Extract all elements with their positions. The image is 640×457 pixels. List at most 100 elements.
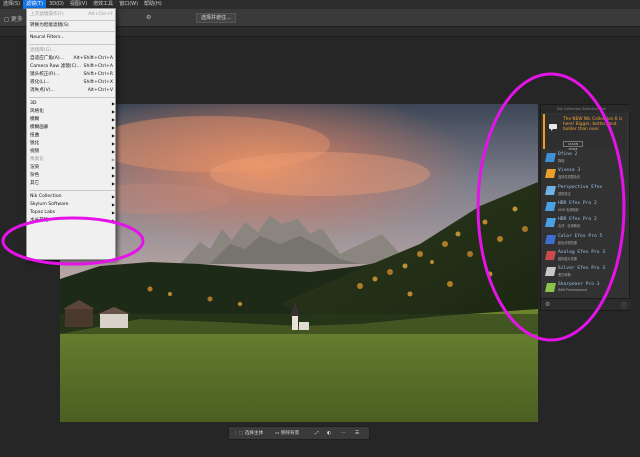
menu-item-neural-filters[interactable]: Neural Filters...: [27, 34, 117, 42]
message-icon: [549, 124, 557, 131]
menu-item-lens-correction[interactable]: 镜头校正(R)... Shift+Ctrl+R: [27, 71, 117, 79]
menu-divider: [29, 97, 115, 98]
nik-tool-icon: [545, 153, 556, 162]
nik-collection-panel: Nik Collection Selective Tool The NEW Ni…: [540, 104, 631, 311]
submenu-arrow-icon: ▶: [111, 125, 115, 130]
nik-tool-item[interactable]: Silver Efex Pro 3 黑白转换: [544, 265, 624, 280]
nik-tool-item[interactable]: Color Efex Pro 5 颜色滤镜效果: [544, 233, 624, 248]
nik-tool-name: HDR Efex Pro 2: [558, 200, 597, 206]
nik-tool-icon: [545, 267, 556, 277]
menu-item-stylize[interactable]: 风格化 ▶: [27, 108, 117, 116]
menu-help[interactable]: 帮助(H): [141, 0, 165, 9]
contextual-task-bar: ⋮ ⬚ 选择主体 ▭ 移除背景 ⤢ ◐ ⋯ ☰: [228, 426, 370, 440]
submenu-arrow-icon: ▶: [111, 141, 115, 146]
nik-panel-footer: ⚙ ⓘ: [541, 298, 631, 310]
nik-tool-subtitle: RAW Presharpener: [558, 288, 588, 293]
nik-tool-item[interactable]: Sharpener Pro 3 RAW Presharpener: [544, 281, 624, 296]
panel-toggle-icon[interactable]: ☰: [355, 429, 359, 438]
gear-icon[interactable]: ⚙: [146, 14, 151, 21]
submenu-arrow-icon: ▶: [111, 194, 115, 199]
nik-tool-icon: [545, 169, 556, 179]
submenu-arrow-icon: ▶: [111, 117, 115, 122]
nik-tool-name: HDR Efex Pro 2: [558, 217, 597, 223]
nik-tool-icon: [545, 234, 556, 244]
nik-tool-item[interactable]: Perspective Efex 透视校正: [544, 184, 624, 199]
menu-item-last-filter[interactable]: 上次滤镜操作(F) Alt+Ctrl+F: [27, 11, 117, 19]
menu-item-blur-gallery[interactable]: 模糊画廊 ▶: [27, 124, 117, 132]
transform-icon[interactable]: ⤢: [315, 429, 319, 438]
info-icon[interactable]: ⓘ: [621, 301, 627, 310]
more-options-icon[interactable]: ⋯: [341, 429, 346, 438]
nik-tool-name: Color Efex Pro 5: [558, 233, 603, 239]
menu-item-filter-gallery[interactable]: 滤镜库(G)...: [27, 47, 117, 55]
submenu-arrow-icon: ▶: [111, 202, 115, 207]
menu-item-topaz-labs[interactable]: Topaz Labs ▶: [27, 209, 117, 217]
menu-item-convert-smart-filters[interactable]: 转换为智能滤镜(S): [27, 22, 117, 30]
nik-tool-item[interactable]: Viveza 3 选择性调整色彩: [544, 167, 624, 182]
nik-tool-subtitle: 降噪: [558, 159, 565, 163]
nik-tool-item[interactable]: HDR Efex Pro 2 HDR 色调映射: [544, 200, 624, 215]
remove-background-button[interactable]: ▭ 移除背景: [275, 429, 299, 438]
photoshop-window: { "menubar": { "items": ["选择(S)", "滤镜(T)…: [0, 0, 640, 457]
nik-tool-name: Sharpener Pro 3: [558, 282, 600, 288]
menu-item-render[interactable]: 渲染 ▶: [27, 164, 117, 172]
menu-divider: [29, 20, 115, 21]
menu-item-blur[interactable]: 模糊 ▶: [27, 116, 117, 124]
nik-tool-icon: [545, 201, 556, 211]
nik-tool-subtitle: 黑白转换: [558, 273, 571, 278]
menu-item-camera-raw[interactable]: Camera Raw 滤镜(C)... Shift+Ctrl+A: [27, 63, 117, 71]
menu-select[interactable]: 选择(S): [0, 0, 23, 9]
nik-tool-icon: [545, 283, 556, 293]
drag-handle-icon[interactable]: ⋮: [233, 429, 238, 438]
menu-item-video[interactable]: 视频 ▶: [27, 148, 117, 156]
filter-menu-dropdown: 上次滤镜操作(F) Alt+Ctrl+F 转换为智能滤镜(S) Neural Fi…: [26, 8, 116, 260]
menu-item-adaptive-wide-angle[interactable]: 自适应广角(A)... Alt+Shift+Ctrl+A: [27, 55, 117, 63]
submenu-arrow-icon: ▶: [111, 165, 115, 170]
nik-tool-name: Perspective Efex: [558, 184, 603, 190]
menu-item-plugin-extra[interactable]: 水长艺抠 ▶: [27, 217, 117, 225]
menu-item-sharpen[interactable]: 锐化 ▶: [27, 140, 117, 148]
nik-tool-item[interactable]: Analog Efex Pro 3 模拟胶片效果: [544, 249, 624, 264]
nik-tool-subtitle: 模拟胶片效果: [558, 256, 578, 261]
menu-divider: [29, 44, 115, 45]
menu-item-other[interactable]: 其它 ▶: [27, 180, 117, 188]
nik-tool-subtitle: 选择性调整色彩: [558, 175, 581, 180]
nik-panel-header: Nik Collection Selective Tool: [541, 105, 631, 113]
menu-item-distort[interactable]: 扭曲 ▶: [27, 132, 117, 140]
menu-item-skylum-software[interactable]: Skylum Software ▶: [27, 201, 117, 209]
submenu-arrow-icon: ▶: [111, 181, 115, 186]
nik-tool-icon: [545, 185, 556, 195]
nik-tool-name: Analog Efex Pro 3: [558, 249, 606, 255]
menu-divider: [29, 31, 115, 32]
nik-tool-subtitle: 透视校正: [558, 191, 571, 196]
menu-divider: [29, 190, 115, 191]
landscape-photo: [60, 104, 538, 422]
nik-banner-text: The NEW Nik Collection 6 is here! Bigger…: [563, 117, 623, 132]
nik-tool-icon: [545, 250, 556, 260]
menu-item-nik-collection[interactable]: Nik Collection ▶: [27, 193, 117, 201]
submenu-arrow-icon: ▶: [111, 149, 115, 154]
nik-promo-banner: The NEW Nik Collection 6 is here! Bigger…: [543, 114, 627, 151]
learn-more-button[interactable]: LEARN MORE: [563, 141, 583, 151]
nik-tool-name: Dfine 2: [558, 152, 578, 157]
select-subject-button[interactable]: ⬚ 选择主体: [239, 429, 263, 438]
submenu-arrow-icon: ▶: [111, 101, 115, 106]
adjustment-icon[interactable]: ◐: [327, 429, 331, 438]
submenu-arrow-icon: ▶: [111, 173, 115, 178]
menu-item-liquify[interactable]: 液化(L)... Shift+Ctrl+X: [27, 79, 117, 87]
nik-tool-item[interactable]: Dfine 2 降噪: [544, 151, 624, 166]
menu-item-noise[interactable]: 杂色 ▶: [27, 172, 117, 180]
menu-item-vanishing-point[interactable]: 消失点(V)... Alt+Ctrl+V: [27, 87, 117, 95]
nik-tool-subtitle: 颜色滤镜效果: [558, 240, 578, 245]
nik-tool-item[interactable]: HDR Efex Pro 2 合成 · 色调映射: [544, 216, 624, 231]
nik-tool-subtitle: HDR 色调映射: [558, 207, 579, 212]
menu-item-pixelate[interactable]: 像素化 ▶: [27, 156, 117, 164]
submenu-arrow-icon: ▶: [111, 157, 115, 162]
settings-gear-icon[interactable]: ⚙: [545, 301, 550, 308]
submenu-arrow-icon: ▶: [111, 133, 115, 138]
menu-window[interactable]: 窗口(W): [116, 0, 141, 9]
mountain-photo-image: [60, 104, 538, 422]
select-and-mask-button[interactable]: 选择并遮住...: [196, 13, 236, 23]
more-options[interactable]: ◻ 更多: [4, 14, 23, 23]
menu-item-3d[interactable]: 3D ▶: [27, 100, 117, 108]
